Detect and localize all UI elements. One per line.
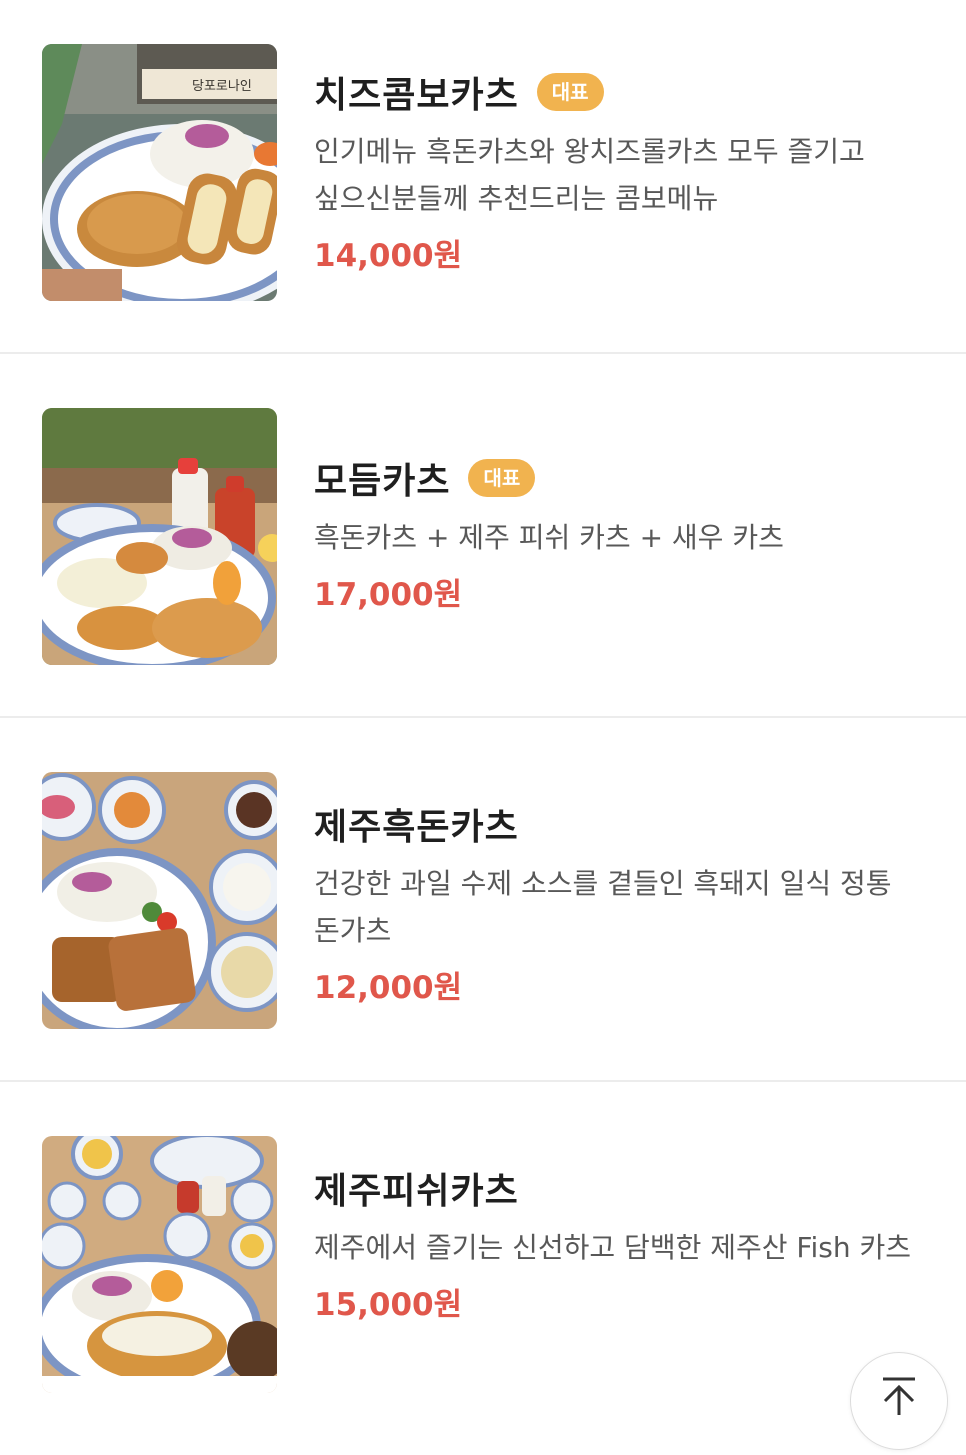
menu-item-description: 인기메뉴 흑돈카츠와 왕치즈롤카츠 모두 즐기고 싶으신분들께 추천드리는 콤보… <box>314 135 865 215</box>
jeju-black-pork-katsu-photo <box>42 772 277 1029</box>
menu-item-jeju-black-pork-katsu[interactable]: 제주흑돈카츠 건강한 과일 수제 소스를 곁들인 흑돼지 일식 정통 돈가츠 1… <box>0 728 966 1091</box>
menu-item-cheese-combo-katsu[interactable]: 당포로나인 치즈콤보카츠 대표 인기메뉴 흑돈카츠와 왕치즈롤카츠 모두 즐기고… <box>0 0 966 363</box>
divider <box>0 352 966 354</box>
divider <box>0 716 966 718</box>
arrow-up-to-top-icon <box>883 1377 915 1415</box>
menu-item-name: 제주피쉬카츠 <box>314 1171 519 1212</box>
assorted-katsu-photo <box>42 408 277 665</box>
menu-item-image[interactable] <box>42 408 277 665</box>
menu-item-description: 제주에서 즐기는 신선하고 담백한 제주산 Fish 카츠 <box>314 1231 912 1264</box>
menu-item-image[interactable]: 당포로나인 <box>42 44 277 301</box>
divider <box>0 1080 966 1082</box>
menu-item-info: 치즈콤보카츠 대표 인기메뉴 흑돈카츠와 왕치즈롤카츠 모두 즐기고 싶으신분들… <box>314 68 934 275</box>
restaurant-sign-text: 당포로나인 <box>192 79 252 94</box>
menu-item-info: 제주흑돈카츠 건강한 과일 수제 소스를 곁들인 흑돼지 일식 정통 돈가츠 1… <box>314 800 934 1007</box>
menu-item-image[interactable] <box>42 1136 277 1393</box>
menu-item-info: 모듬카츠 대표 흑돈카츠 + 제주 피쉬 카츠 + 새우 카츠 17,000원 <box>314 454 934 614</box>
menu-item-description: 건강한 과일 수제 소스를 곁들인 흑돼지 일식 정통 돈가츠 <box>314 867 892 947</box>
menu-item-price: 17,000원 <box>314 577 463 613</box>
signature-badge: 대표 <box>468 459 536 497</box>
menu-item-assorted-katsu[interactable]: 모듬카츠 대표 흑돈카츠 + 제주 피쉬 카츠 + 새우 카츠 17,000원 <box>0 364 966 727</box>
signature-badge: 대표 <box>536 73 604 111</box>
scroll-to-top-button[interactable] <box>850 1352 948 1450</box>
menu-item-price: 15,000원 <box>314 1287 463 1323</box>
menu-item-info: 제주피쉬카츠 제주에서 즐기는 신선하고 담백한 제주산 Fish 카츠 15,… <box>314 1164 934 1324</box>
menu-item-description: 흑돈카츠 + 제주 피쉬 카츠 + 새우 카츠 <box>314 521 784 554</box>
menu-item-name: 치즈콤보카츠 <box>314 75 519 116</box>
menu-item-title-row: 제주피쉬카츠 <box>314 1164 934 1212</box>
menu-item-title-row: 치즈콤보카츠 대표 <box>314 68 934 116</box>
menu-item-title-row: 모듬카츠 대표 <box>314 454 934 502</box>
cheese-combo-katsu-photo: 당포로나인 <box>42 44 277 301</box>
menu-item-jeju-fish-katsu[interactable]: 제주피쉬카츠 제주에서 즐기는 신선하고 담백한 제주산 Fish 카츠 15,… <box>0 1092 966 1455</box>
menu-item-image[interactable] <box>42 772 277 1029</box>
menu-item-title-row: 제주흑돈카츠 <box>314 800 934 848</box>
menu-item-name: 제주흑돈카츠 <box>314 807 519 848</box>
menu-item-price: 14,000원 <box>314 238 463 274</box>
menu-item-price: 12,000원 <box>314 970 463 1006</box>
jeju-fish-katsu-photo <box>42 1136 277 1393</box>
menu-item-name: 모듬카츠 <box>314 461 451 502</box>
